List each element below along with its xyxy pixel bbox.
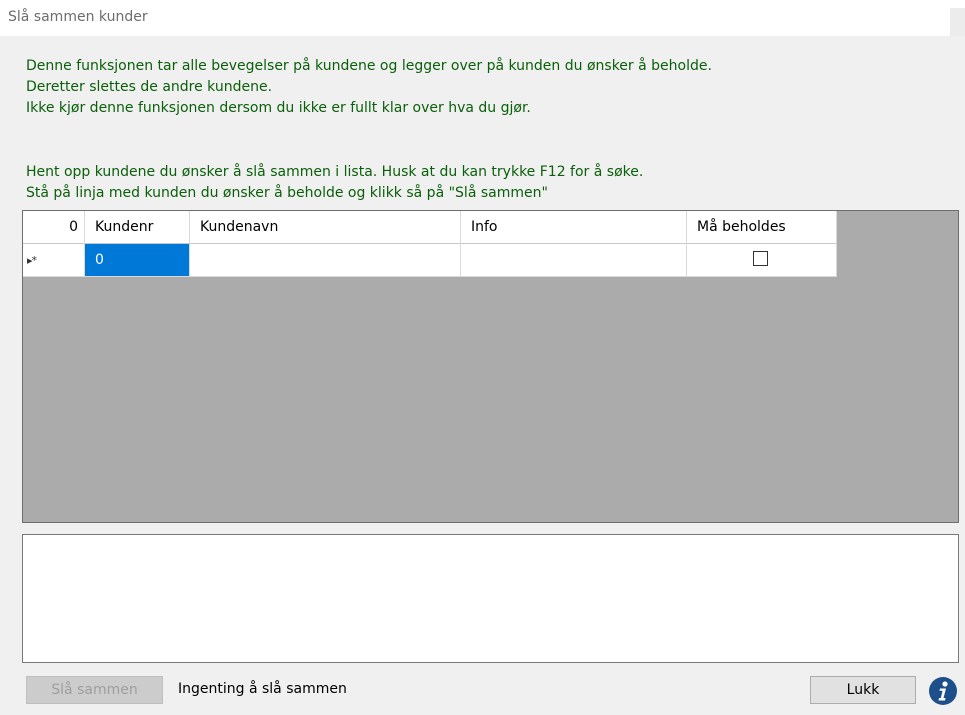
- description-line-3: Ikke kjør denne funksjonen dersom du ikk…: [26, 100, 531, 116]
- description-line-2: Deretter slettes de andre kundene.: [26, 79, 273, 95]
- description-line-5: Stå på linja med kunden du ønsker å beho…: [26, 185, 548, 201]
- customer-grid[interactable]: 0 Kundenr Kundenavn Info Må beholdes ▸* …: [22, 210, 959, 523]
- new-row-marker[interactable]: ▸*: [23, 244, 85, 277]
- maa-beholdes-checkbox[interactable]: [753, 251, 768, 266]
- description-line-1: Denne funksjonen tar alle bevegelser på …: [26, 58, 712, 74]
- info-icon[interactable]: [928, 676, 958, 706]
- merge-button[interactable]: Slå sammen: [26, 676, 163, 704]
- column-header-maa-beholdes[interactable]: Må beholdes: [687, 211, 837, 244]
- cell-maa-beholdes[interactable]: [687, 244, 837, 277]
- log-textbox[interactable]: [22, 534, 959, 663]
- cell-info[interactable]: [461, 244, 687, 277]
- title-bar: Slå sammen kunder: [0, 0, 965, 36]
- description-line-4: Hent opp kundene du ønsker å slå sammen …: [26, 164, 644, 180]
- close-button[interactable]: Lukk: [810, 676, 916, 704]
- column-header-kundenr[interactable]: Kundenr: [85, 211, 190, 244]
- column-header-kundenavn[interactable]: Kundenavn: [190, 211, 461, 244]
- window-control-button[interactable]: [950, 8, 965, 36]
- column-header-info[interactable]: Info: [461, 211, 687, 244]
- cell-kundenr[interactable]: 0: [85, 244, 190, 277]
- window-title: Slå sammen kunder: [8, 9, 148, 25]
- row-count-header[interactable]: 0: [23, 211, 85, 244]
- status-text: Ingenting å slå sammen: [178, 681, 347, 697]
- cell-kundenavn[interactable]: [190, 244, 461, 277]
